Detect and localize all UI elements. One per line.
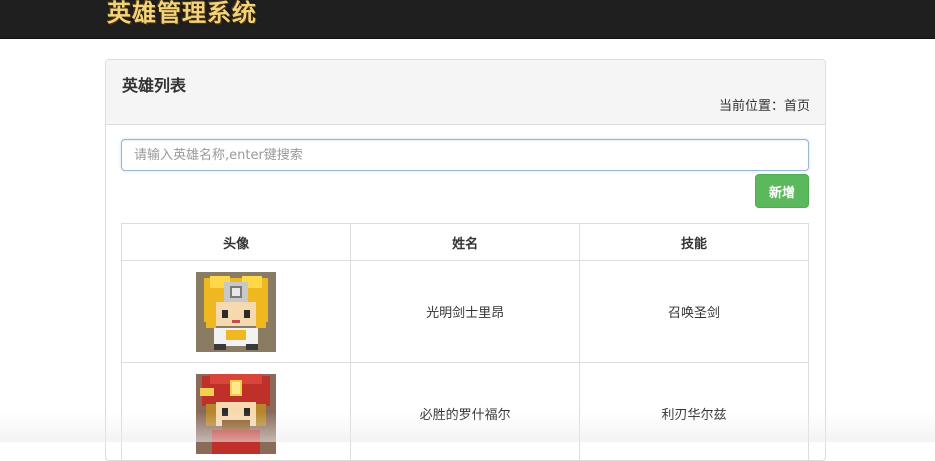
- table-header-row: 头像 姓名 技能: [122, 224, 809, 261]
- hero-name-cell: 光明剑士里昂: [351, 261, 580, 363]
- column-header-name: 姓名: [351, 224, 580, 261]
- avatar-cell: [122, 363, 351, 461]
- top-navbar: 英雄管理系统: [0, 0, 935, 39]
- hero-list-panel: 英雄列表 当前位置：首页 新增 头像 姓名 技能: [105, 59, 826, 461]
- hero-avatar: [196, 272, 276, 352]
- breadcrumb: 当前位置：首页: [719, 95, 810, 114]
- hero-table: 头像 姓名 技能: [121, 223, 809, 461]
- panel-heading: 英雄列表 当前位置：首页: [106, 60, 825, 125]
- table-row[interactable]: 光明剑士里昂 召唤圣剑: [122, 261, 809, 363]
- column-header-skill: 技能: [580, 224, 809, 261]
- table-row[interactable]: 必胜的罗什福尔 利刃华尔兹: [122, 363, 809, 461]
- search-input[interactable]: [121, 139, 809, 171]
- hero-skill-cell: 利刃华尔兹: [580, 363, 809, 461]
- panel-title: 英雄列表: [122, 72, 186, 96]
- add-hero-button[interactable]: 新增: [755, 174, 809, 208]
- hero-name-cell: 必胜的罗什福尔: [351, 363, 580, 461]
- column-header-avatar: 头像: [122, 224, 351, 261]
- app-logo-title[interactable]: 英雄管理系统: [107, 0, 257, 28]
- avatar-cell: [122, 261, 351, 363]
- hero-skill-cell: 召唤圣剑: [580, 261, 809, 363]
